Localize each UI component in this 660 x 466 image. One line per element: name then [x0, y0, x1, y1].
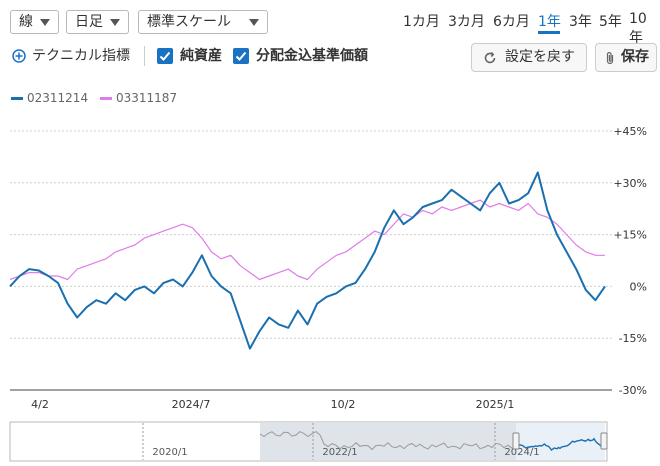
navigator-tick-label: 2020/1: [152, 447, 187, 458]
navigator-handle-right[interactable]: [600, 432, 608, 450]
navigator-history-fill: [260, 423, 516, 460]
series-line-secondary: [9, 199, 605, 281]
y-axis: +45% +30% +15% 0% -15% -30%: [613, 125, 647, 397]
x-tick-label: 2024/7: [172, 398, 211, 411]
x-tick-label: 10/2: [331, 398, 356, 411]
x-axis: 4/2 2024/7 10/2 2025/1: [31, 398, 514, 411]
chart-series: [9, 171, 606, 350]
y-tick-label: -30%: [619, 384, 647, 397]
navigator-handle-left[interactable]: [512, 432, 520, 450]
y-tick-label: 0%: [630, 280, 647, 293]
series-line-primary: [9, 171, 606, 350]
x-tick-label: 2025/1: [476, 398, 515, 411]
y-tick-label: +45%: [613, 125, 647, 138]
x-tick-label: 4/2: [31, 398, 49, 411]
range-navigator[interactable]: 2020/1 2022/1 2024/1: [9, 421, 608, 462]
y-tick-label: +15%: [613, 229, 647, 242]
price-chart[interactable]: +45% +30% +15% 0% -15% -30% 4/2 2024/7 10/2 2025…: [0, 0, 660, 466]
y-tick-label: +30%: [613, 177, 647, 190]
navigator-tick-label: 2024/1: [504, 447, 539, 458]
y-tick-label: -15%: [619, 332, 647, 345]
